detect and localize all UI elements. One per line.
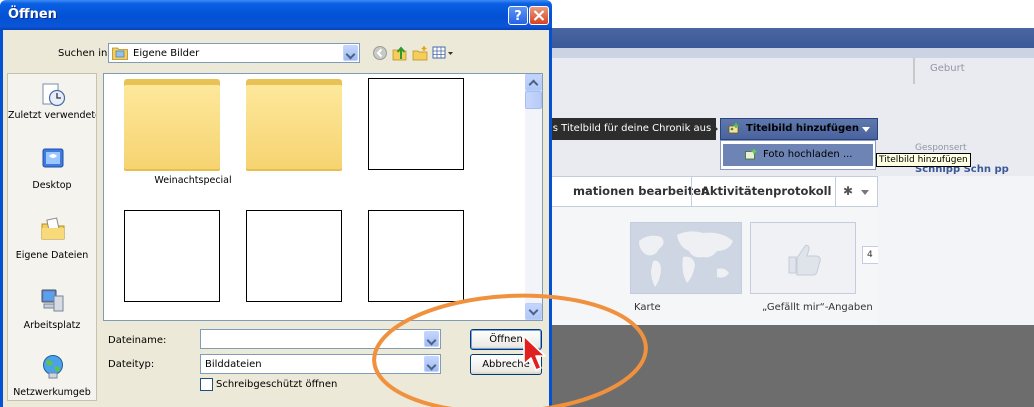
mouse-cursor-icon [523,335,546,371]
highlight-ellipse [372,293,648,407]
